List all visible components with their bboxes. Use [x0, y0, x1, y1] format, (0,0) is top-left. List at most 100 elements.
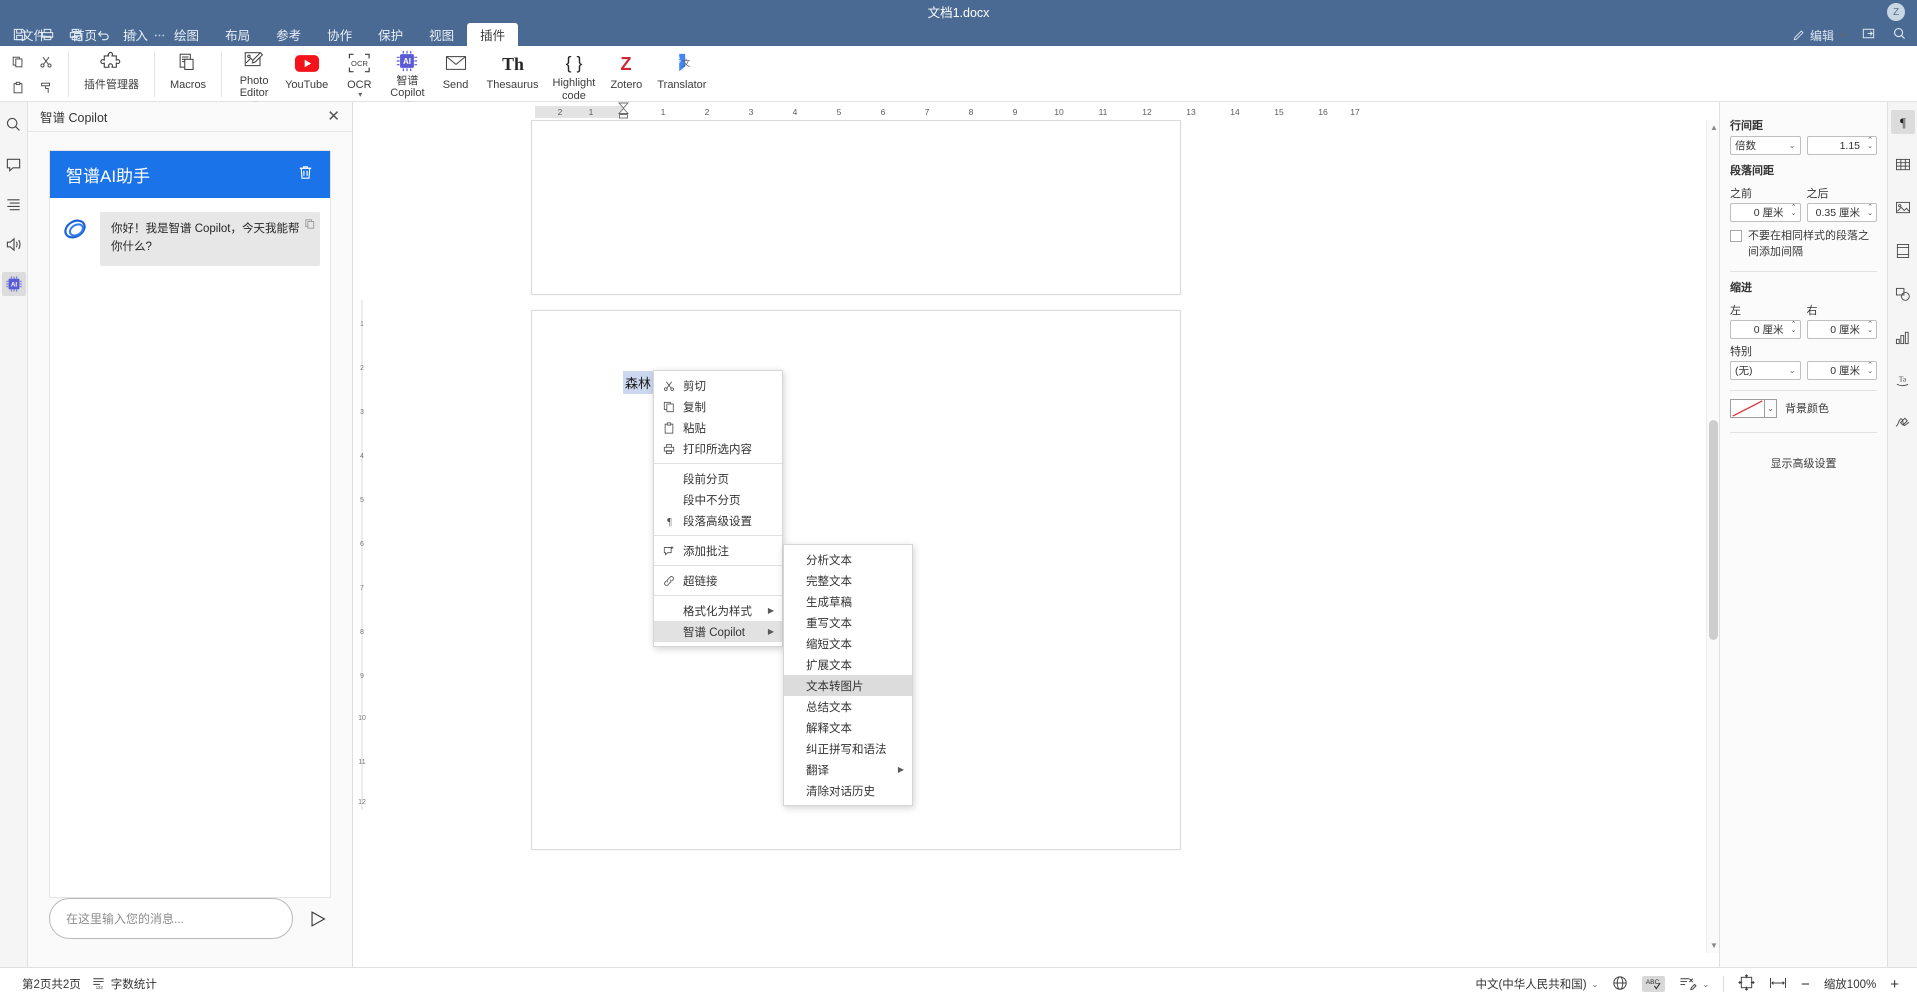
text-art-settings-icon[interactable]: Ta	[1891, 368, 1915, 392]
chevron-down-icon[interactable]: ⌄	[1765, 398, 1777, 418]
sidebar-item-search[interactable]	[2, 112, 26, 136]
track-changes-button[interactable]: ⌄	[1679, 975, 1709, 994]
line-spacing-value-stepper[interactable]: 1.15 ⌃ ⌄	[1806, 136, 1877, 155]
format-painter-icon[interactable]	[32, 75, 60, 101]
document-page-1[interactable]	[531, 120, 1181, 295]
submenu-item-summarize-text[interactable]: 总结文本	[784, 696, 912, 717]
submenu-item-clear-history[interactable]: 清除对话历史	[784, 780, 912, 801]
stepper-arrows-icon[interactable]: ⌃ ⌄	[1791, 204, 1797, 217]
ribbon-thesaurus[interactable]: Th Thesaurus	[480, 46, 546, 102]
signature-settings-icon[interactable]	[1891, 411, 1915, 435]
ribbon-macros[interactable]: Macros	[163, 46, 213, 102]
trash-icon[interactable]	[297, 164, 314, 186]
fit-width-icon[interactable]	[1769, 975, 1787, 994]
stepper-arrows-icon[interactable]: ⌃ ⌄	[1791, 321, 1797, 334]
chart-settings-icon[interactable]	[1891, 325, 1915, 349]
sidebar-item-text-to-speech[interactable]	[2, 232, 26, 256]
scroll-up-icon[interactable]: ▲	[1710, 123, 1718, 132]
scroll-down-icon[interactable]: ▼	[1710, 941, 1718, 950]
special-indent-stepper[interactable]: 0 厘米 ⌃ ⌄	[1806, 360, 1877, 380]
search-icon[interactable]	[1892, 26, 1907, 44]
color-swatch-none[interactable]	[1730, 398, 1765, 418]
cut-icon[interactable]	[32, 49, 60, 75]
send-icon[interactable]	[305, 906, 331, 932]
ribbon-zhipu-copilot[interactable]: AI 智谱 Copilot ▾	[383, 46, 431, 108]
print-preview-icon[interactable]	[62, 24, 88, 44]
print-icon[interactable]	[34, 24, 60, 44]
globe-icon[interactable]	[1612, 975, 1628, 994]
context-menu-item-hyperlink[interactable]: 超链接	[654, 570, 782, 591]
tab-view[interactable]: 视图	[416, 23, 467, 46]
fit-page-icon[interactable]	[1738, 974, 1755, 994]
horizontal-ruler[interactable]: 2 1 1 2 3 4 5 6 7 8 9 10 11 12 13 14 15 …	[354, 102, 1719, 120]
copy-icon[interactable]	[4, 49, 32, 75]
line-spacing-mode-select[interactable]: 倍数 ⌄	[1730, 136, 1801, 155]
indent-right-stepper[interactable]: 0 厘米 ⌃ ⌄	[1806, 319, 1877, 339]
more-icon[interactable]	[146, 24, 172, 44]
no-space-same-style-checkbox[interactable]	[1730, 230, 1742, 242]
ribbon-youtube[interactable]: YouTube	[278, 46, 335, 102]
submenu-item-shorten-text[interactable]: 缩短文本	[784, 633, 912, 654]
context-menu-item-print-selection[interactable]: 打印所选内容	[654, 438, 782, 459]
spacing-before-stepper[interactable]: 0 厘米 ⌃ ⌄	[1730, 203, 1801, 222]
tab-protection[interactable]: 保护	[365, 23, 416, 46]
paragraph-settings-icon[interactable]: ¶	[1890, 110, 1915, 134]
zoom-level-label[interactable]: 缩放100%	[1824, 976, 1876, 992]
tab-layout[interactable]: 布局	[212, 23, 263, 46]
tab-plugins[interactable]: 插件	[467, 23, 519, 46]
copy-icon[interactable]	[305, 218, 315, 236]
no-space-same-style-row[interactable]: 不要在相同样式的段落之间添加间隔	[1730, 229, 1877, 261]
page-info[interactable]: 第2页共2页	[22, 976, 81, 992]
context-menu-item-format-as-style[interactable]: 格式化为样式 ▶	[654, 600, 782, 621]
ribbon-translator[interactable]: G 文 Translator	[650, 46, 713, 102]
context-menu-item-paragraph-advanced[interactable]: ¶ 段落高级设置	[654, 510, 782, 531]
ribbon-zotero[interactable]: Z Zotero	[602, 46, 650, 102]
table-settings-icon[interactable]	[1891, 153, 1915, 177]
background-color-picker[interactable]: ⌄	[1730, 398, 1777, 418]
show-advanced-settings-link[interactable]: 显示高级设置	[1730, 455, 1877, 471]
header-footer-settings-icon[interactable]	[1891, 239, 1915, 263]
submenu-item-explain-text[interactable]: 解释文本	[784, 717, 912, 738]
ribbon-highlight-code[interactable]: { } Highlight code	[546, 46, 603, 102]
chat-input[interactable]	[49, 898, 293, 939]
context-menu-item-copy[interactable]: 复制	[654, 396, 782, 417]
submenu-item-expand-text[interactable]: 扩展文本	[784, 654, 912, 675]
zoom-in-button[interactable]: +	[1890, 976, 1899, 993]
submenu-item-rewrite-text[interactable]: 重写文本	[784, 612, 912, 633]
context-menu-item-page-break-before[interactable]: 段前分页	[654, 468, 782, 489]
stepper-arrows-icon[interactable]: ⌃ ⌄	[1867, 204, 1873, 217]
share-export-icon[interactable]	[1861, 26, 1876, 44]
spellcheck-toggle[interactable]: ABC	[1642, 976, 1666, 992]
selected-text[interactable]: 森林	[623, 371, 654, 394]
shape-settings-icon[interactable]	[1891, 282, 1915, 306]
context-menu-item-paste[interactable]: 粘贴	[654, 417, 782, 438]
stepper-arrows-icon[interactable]: ⌃ ⌄	[1867, 362, 1873, 375]
tab-references[interactable]: 参考	[263, 23, 314, 46]
avatar[interactable]: Z	[1887, 3, 1905, 21]
indent-marker-icon[interactable]	[617, 102, 630, 120]
submenu-item-translate[interactable]: 翻译 ▶	[784, 759, 912, 780]
ribbon-send[interactable]: Send	[432, 46, 480, 102]
ribbon-ocr[interactable]: OCR OCR ▾	[335, 46, 383, 102]
sidebar-item-comments[interactable]	[2, 152, 26, 176]
redo-icon[interactable]	[118, 24, 144, 44]
submenu-item-text-to-image[interactable]: 文本转图片	[784, 675, 912, 696]
undo-icon[interactable]	[90, 24, 116, 44]
save-icon[interactable]	[6, 24, 32, 44]
tab-collaboration[interactable]: 协作	[314, 23, 365, 46]
spacing-after-stepper[interactable]: 0.35 厘米 ⌃ ⌄	[1806, 203, 1877, 222]
image-settings-icon[interactable]	[1891, 196, 1915, 220]
submenu-item-correct-spelling-grammar[interactable]: 纠正拼写和语法	[784, 738, 912, 759]
submenu-item-analyze-text[interactable]: 分析文本	[784, 549, 912, 570]
submenu-item-complete-text[interactable]: 完整文本	[784, 570, 912, 591]
ribbon-plugin-manager[interactable]: 插件管理器	[77, 46, 146, 102]
word-count-button[interactable]: 123 字数统计	[91, 975, 157, 993]
sidebar-item-headings[interactable]	[2, 192, 26, 216]
context-menu-item-add-comment[interactable]: 添加批注	[654, 540, 782, 561]
zoom-out-button[interactable]: −	[1801, 976, 1810, 993]
special-indent-select[interactable]: (无) ⌄	[1730, 360, 1801, 380]
context-menu-item-zhipu-copilot[interactable]: 智谱 Copilot ▶	[654, 621, 782, 642]
edit-mode-button[interactable]: 编辑 ▾	[1792, 27, 1845, 44]
sidebar-item-ai-plugin[interactable]: AI	[1, 272, 26, 296]
submenu-item-generate-draft[interactable]: 生成草稿	[784, 591, 912, 612]
